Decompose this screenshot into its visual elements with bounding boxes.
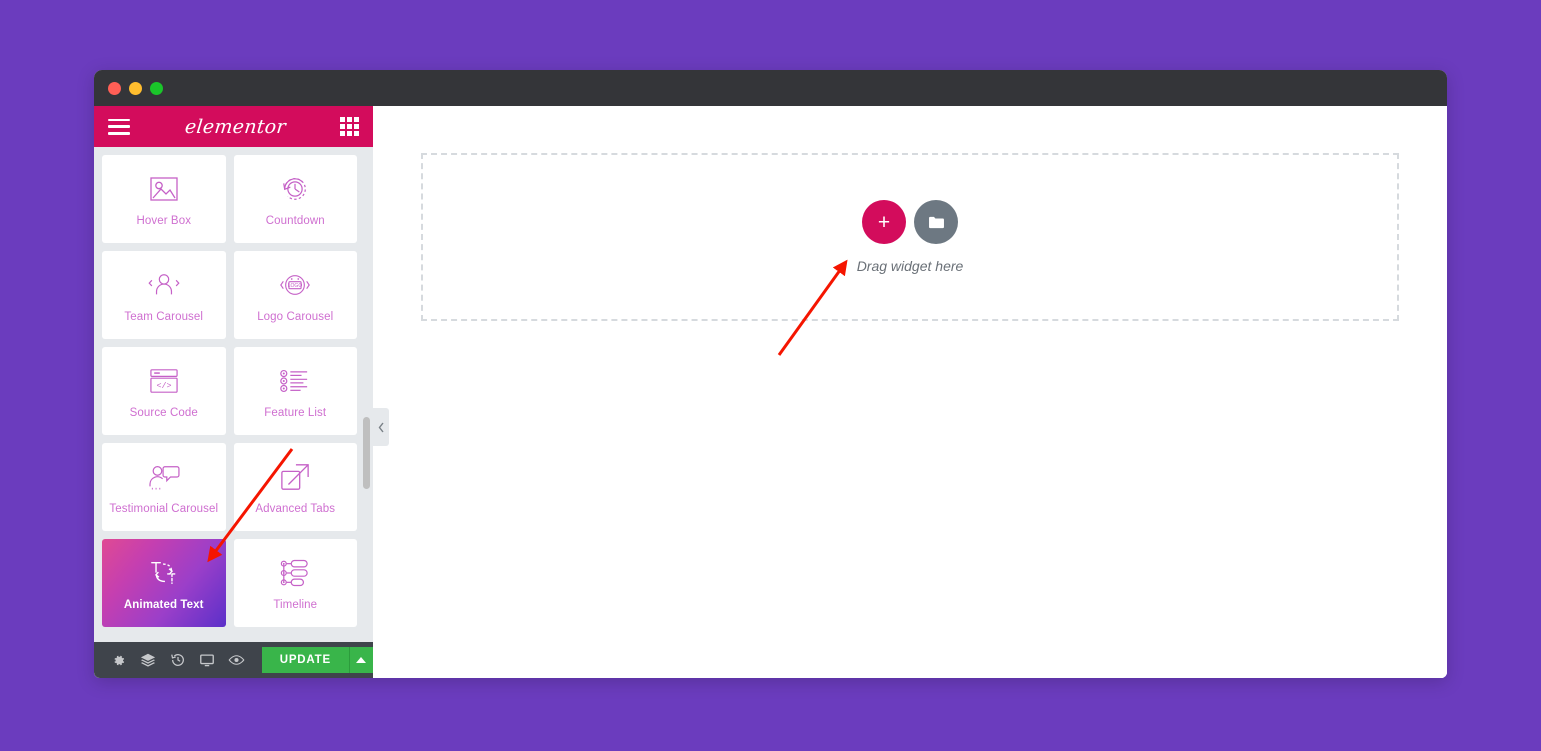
caret-up-icon[interactable]: [348, 647, 373, 673]
widget-logo-carousel[interactable]: LOGO Logo Carousel: [233, 251, 357, 339]
gear-icon[interactable]: [104, 642, 134, 678]
layers-icon[interactable]: [134, 642, 164, 678]
widget-label: Timeline: [273, 598, 318, 611]
widgets-grid: Hover Box Countdown Team Carousel LOGO L…: [102, 155, 365, 627]
dropzone-inner: + Drag widget here: [856, 200, 964, 274]
code-window-icon: </>: [148, 364, 180, 398]
widget-source-code[interactable]: </> Source Code: [102, 347, 226, 435]
image-placeholder-icon: [149, 172, 179, 206]
window-maximize-button[interactable]: [150, 81, 163, 95]
widget-countdown[interactable]: Countdown: [233, 155, 357, 243]
browser-window: elementor Hover Box Countdown Team Carou…: [94, 70, 1447, 678]
window-close-button[interactable]: [108, 81, 121, 95]
folder-icon: [928, 216, 944, 229]
widget-hover-box[interactable]: Hover Box: [102, 155, 226, 243]
dropzone-buttons: +: [862, 200, 958, 244]
add-section-button[interactable]: +: [862, 200, 906, 244]
animated-text-icon: [147, 556, 181, 590]
clock-rewind-icon: [280, 172, 310, 206]
widget-label: Advanced Tabs: [255, 502, 336, 515]
editor-canvas: + Drag widget here: [373, 106, 1447, 678]
plus-icon: +: [877, 210, 891, 234]
logo-carousel-icon: LOGO: [277, 268, 313, 302]
panel-header: elementor: [94, 106, 373, 147]
widget-label: Logo Carousel: [257, 310, 334, 323]
expand-box-icon: [279, 460, 311, 494]
feature-list-icon: [278, 364, 312, 398]
widget-advanced-tabs[interactable]: Advanced Tabs: [233, 443, 357, 531]
widgets-scroll-area[interactable]: Hover Box Countdown Team Carousel LOGO L…: [94, 147, 373, 642]
svg-text:</>: </>: [156, 381, 171, 391]
widgets-grid-icon[interactable]: [339, 117, 359, 136]
panel-collapse-handle[interactable]: [373, 408, 389, 446]
widget-label: Team Carousel: [124, 310, 204, 323]
widget-feature-list[interactable]: Feature List: [233, 347, 357, 435]
svg-text:LOGO: LOGO: [288, 283, 303, 289]
widget-animated-text[interactable]: Animated Text: [102, 539, 226, 627]
panel-scrollbar[interactable]: [363, 155, 370, 642]
widget-label: Source Code: [129, 406, 198, 419]
hamburger-menu-icon[interactable]: [108, 118, 130, 135]
panel-footer-toolbar: UPDATE: [94, 642, 373, 678]
person-carousel-icon: [147, 268, 181, 302]
window-minimize-button[interactable]: [129, 81, 142, 95]
widget-label: Countdown: [265, 214, 325, 227]
elementor-logo: elementor: [183, 115, 287, 138]
window-titlebar: [94, 70, 1447, 106]
monitor-icon[interactable]: [193, 642, 223, 678]
timeline-icon: [278, 556, 312, 590]
widget-timeline[interactable]: Timeline: [233, 539, 357, 627]
widget-label: Testimonial Carousel: [109, 502, 219, 515]
history-clock-icon[interactable]: [163, 642, 193, 678]
drag-widget-hint: Drag widget here: [856, 258, 964, 274]
eye-icon[interactable]: [222, 642, 252, 678]
update-button-group: UPDATE: [261, 647, 373, 673]
update-button[interactable]: UPDATE: [261, 647, 349, 673]
template-library-button[interactable]: [914, 200, 958, 244]
widget-testimonial-carousel[interactable]: Testimonial Carousel: [102, 443, 226, 531]
panel-scrollbar-thumb[interactable]: [363, 417, 370, 489]
elementor-panel: elementor Hover Box Countdown Team Carou…: [94, 106, 389, 678]
widget-label: Animated Text: [123, 598, 204, 611]
widget-team-carousel[interactable]: Team Carousel: [102, 251, 226, 339]
widget-label: Hover Box: [136, 214, 192, 227]
window-body: elementor Hover Box Countdown Team Carou…: [94, 106, 1447, 678]
section-dropzone[interactable]: + Drag widget here: [421, 153, 1399, 321]
widget-label: Feature List: [264, 406, 327, 419]
testimonial-quote-icon: [146, 460, 182, 494]
